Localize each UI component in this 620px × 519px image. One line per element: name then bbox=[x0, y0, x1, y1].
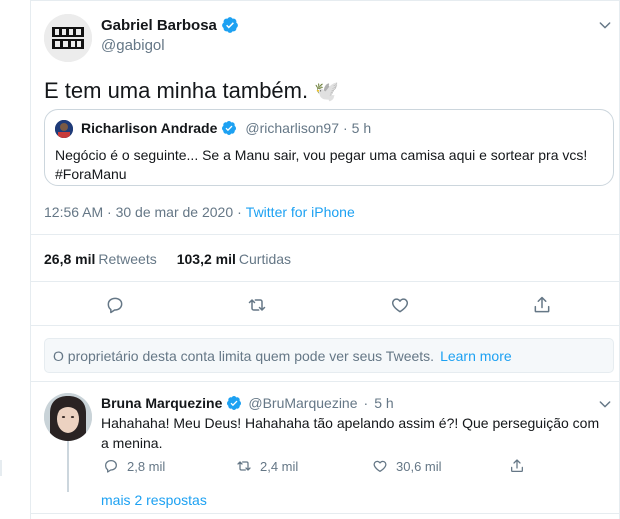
quoted-text: Negócio é o seguinte... Se a Manu sair, … bbox=[55, 147, 588, 163]
author-avatar[interactable] bbox=[44, 14, 92, 62]
reply-likes-count: 30,6 mil bbox=[396, 458, 442, 474]
retweets-label: Retweets bbox=[98, 251, 157, 267]
reply-button[interactable] bbox=[105, 295, 125, 315]
gabigol-logo-icon bbox=[44, 14, 92, 62]
divider bbox=[30, 381, 620, 382]
reply-retweets-count: 2,4 mil bbox=[260, 458, 299, 474]
reply-dot: · bbox=[363, 395, 369, 411]
dove-emoji: 🕊️ bbox=[314, 80, 340, 103]
verified-badge-icon bbox=[222, 121, 237, 135]
quoted-dot: · bbox=[343, 120, 348, 136]
quoted-tweet[interactable]: Richarlison Andrade @richarlison97 · 5 h… bbox=[44, 109, 614, 186]
reply-more-options-button[interactable] bbox=[597, 396, 613, 412]
learn-more-link[interactable]: Learn more bbox=[440, 348, 512, 364]
top-divider bbox=[30, 0, 620, 3]
quoted-hashtag: #ForaManu bbox=[55, 166, 127, 182]
quoted-author-avatar bbox=[55, 120, 73, 138]
like-icon bbox=[391, 298, 409, 313]
author-handle[interactable]: @gabigol bbox=[101, 37, 165, 54]
quoted-author-handle: @richarlison97 bbox=[245, 120, 339, 136]
notice-text: O proprietário desta conta limita quem p… bbox=[53, 347, 435, 364]
retweets-stat[interactable]: 26,8 mil Retweets bbox=[44, 251, 157, 267]
thread-connector-line bbox=[67, 440, 69, 492]
divider bbox=[30, 234, 620, 235]
reply-author-avatar[interactable] bbox=[44, 393, 92, 441]
avatar-photo-icon bbox=[44, 393, 92, 441]
reply-text: Hahahaha! Meu Deus! Hahahaha tão apeland… bbox=[101, 415, 600, 451]
reply-header: Bruna Marquezine @BruMarquezine · 5 h bbox=[101, 395, 394, 411]
verified-badge-icon bbox=[227, 396, 242, 410]
author-name-row[interactable]: Gabriel Barbosa bbox=[101, 16, 239, 34]
reply-author-name[interactable]: Bruna Marquezine bbox=[101, 395, 222, 411]
more-options-button[interactable] bbox=[597, 17, 613, 33]
tweet-source-link[interactable]: Twitter for iPhone bbox=[246, 204, 355, 220]
more-replies-link[interactable]: mais 2 respostas bbox=[101, 492, 207, 508]
retweets-count: 26,8 mil bbox=[44, 251, 96, 267]
quoted-body: Negócio é o seguinte... Se a Manu sair, … bbox=[55, 146, 605, 184]
divider bbox=[30, 325, 620, 326]
likes-label: Curtidas bbox=[238, 251, 292, 267]
tweet-stats: 26,8 mil Retweets 103,2 mil Curtidas bbox=[44, 251, 291, 267]
reply-time[interactable]: 5 h bbox=[374, 395, 393, 411]
left-edge-mark bbox=[0, 460, 2, 476]
likes-stat[interactable]: 103,2 mil Curtidas bbox=[177, 251, 291, 267]
timestamp-dot: · bbox=[237, 204, 242, 220]
reply-author-handle[interactable]: @BruMarquezine bbox=[248, 395, 357, 411]
author-name[interactable]: Gabriel Barbosa bbox=[101, 17, 217, 34]
reply-icon bbox=[107, 297, 123, 314]
share-icon bbox=[534, 296, 550, 313]
avatar-photo-icon bbox=[55, 120, 73, 138]
likes-count: 103,2 mil bbox=[176, 251, 236, 267]
reply-icon bbox=[105, 460, 117, 473]
reply-replies-count: 2,8 mil bbox=[127, 458, 166, 474]
share-button[interactable] bbox=[532, 295, 552, 315]
divider bbox=[30, 513, 620, 514]
like-icon bbox=[373, 460, 387, 472]
verified-badge-icon bbox=[222, 17, 238, 33]
tweet-text-content: E tem uma minha também. bbox=[44, 78, 309, 103]
tweet-timestamp[interactable]: 12:56 AM · 30 de mar de 2020 bbox=[44, 204, 233, 220]
retweet-icon bbox=[237, 461, 251, 471]
chevron-down-icon bbox=[599, 22, 611, 29]
reply-share-button[interactable] bbox=[509, 458, 525, 474]
protected-account-notice: O proprietário desta conta limita quem p… bbox=[44, 338, 614, 373]
quoted-time: 5 h bbox=[351, 120, 372, 136]
reply-reply-button[interactable]: 2,8 mil bbox=[103, 458, 165, 474]
quoted-header: Richarlison Andrade @richarlison97 · 5 h bbox=[81, 120, 371, 136]
quoted-author-name: Richarlison Andrade bbox=[81, 120, 218, 136]
retweet-button[interactable] bbox=[247, 295, 267, 315]
reply-like-button[interactable]: 30,6 mil bbox=[372, 458, 442, 474]
tweet-timestamp-row: 12:56 AM · 30 de mar de 2020 · Twitter f… bbox=[44, 204, 355, 220]
like-button[interactable] bbox=[390, 295, 410, 315]
chevron-down-icon bbox=[599, 401, 611, 408]
share-icon bbox=[511, 459, 523, 472]
tweet-text: E tem uma minha também. 🕊️ bbox=[44, 78, 339, 104]
retweet-icon bbox=[248, 299, 266, 311]
divider bbox=[30, 281, 620, 282]
reply-retweet-button[interactable]: 2,4 mil bbox=[236, 458, 298, 474]
